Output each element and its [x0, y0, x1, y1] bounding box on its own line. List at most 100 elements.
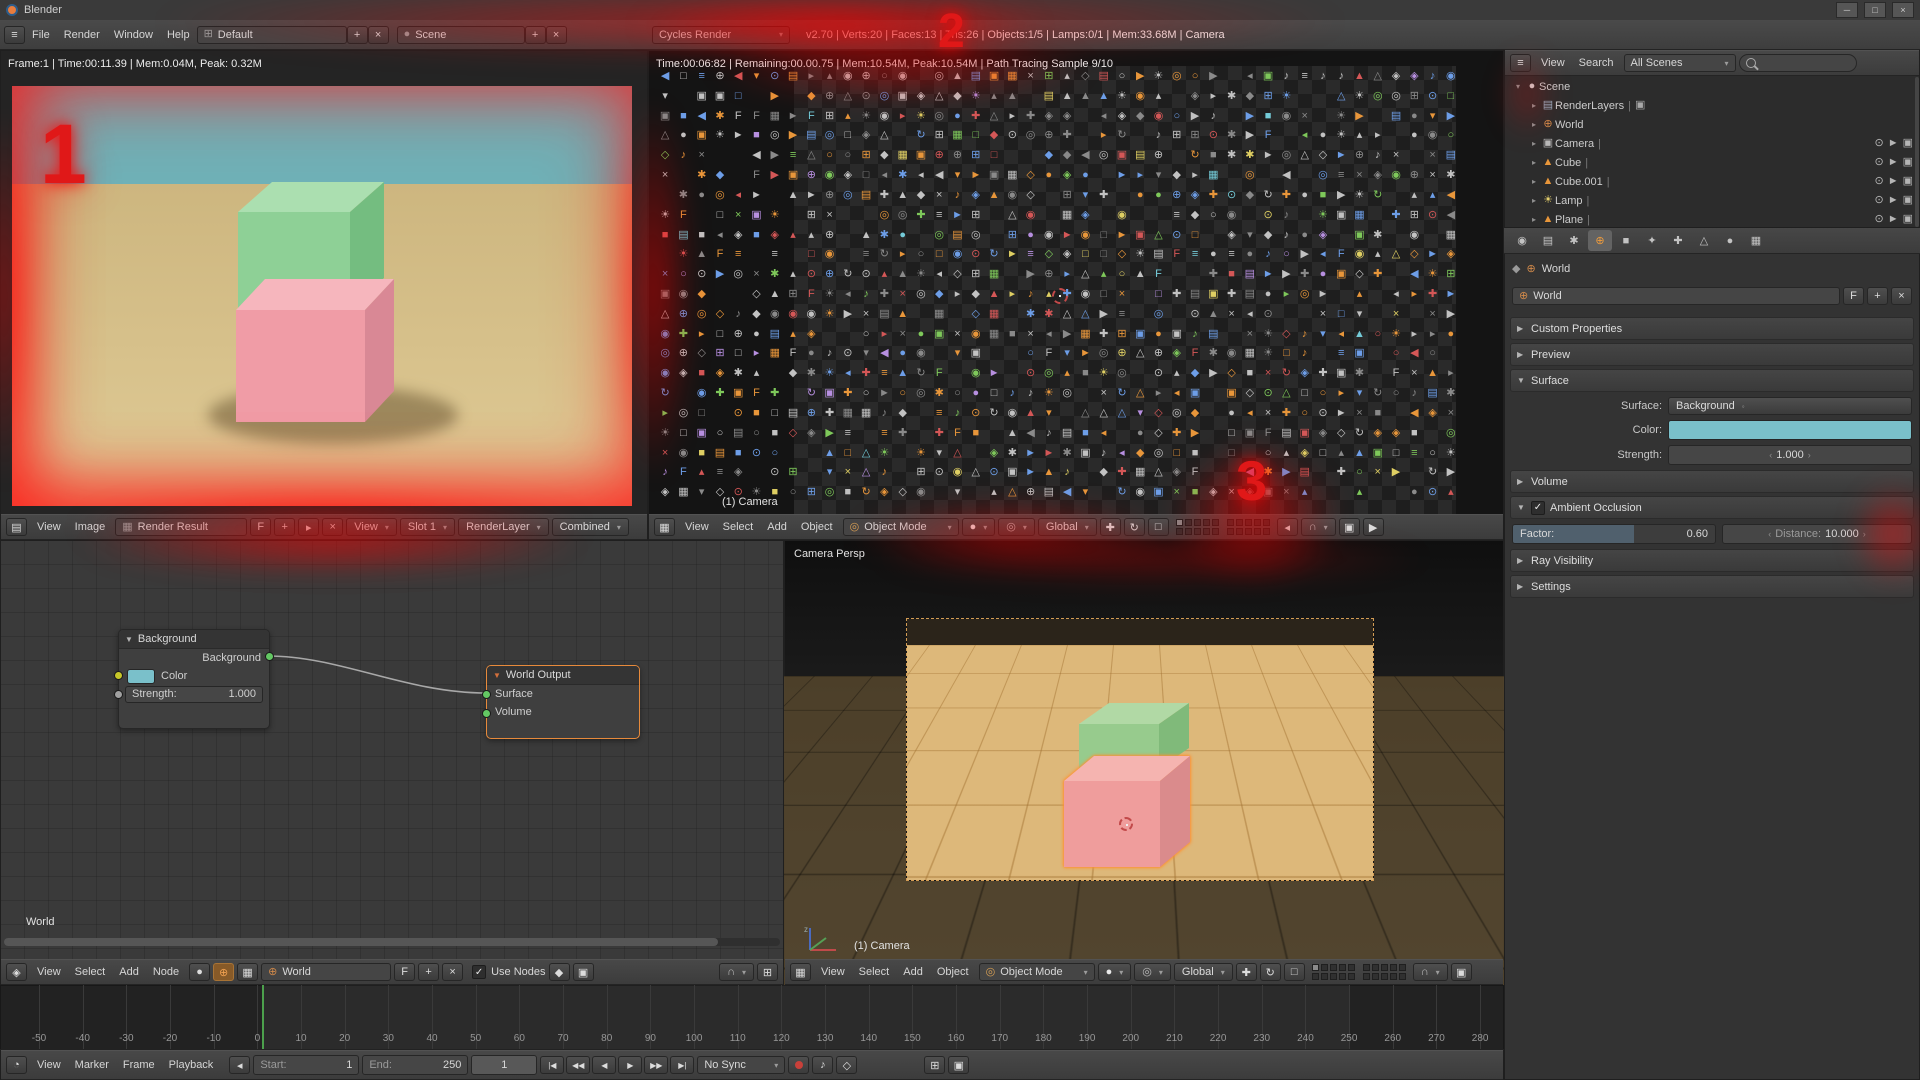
menu-frame[interactable]: Frame	[116, 1059, 162, 1071]
render-pass-dropdown[interactable]: Combined▾	[552, 518, 629, 536]
layer-dot[interactable]	[1330, 964, 1337, 971]
menu-window[interactable]: Window	[107, 29, 160, 41]
outliner-row-cube[interactable]: ▸▲Cube|⊙►▣	[1505, 153, 1919, 172]
layer-dot[interactable]	[1363, 973, 1370, 980]
layer-dot[interactable]	[1185, 528, 1192, 535]
expand-icon[interactable]: ▸	[1527, 101, 1541, 110]
menu-select[interactable]: Select	[852, 966, 897, 978]
layer-dot[interactable]	[1348, 973, 1355, 980]
panel-header-preview[interactable]: ▶Preview	[1510, 343, 1914, 366]
shader-nodes-toggle-icon[interactable]: ●	[189, 963, 210, 981]
strength-field[interactable]: Strength:1.000	[125, 686, 263, 703]
decrement-icon[interactable]: ‹	[1769, 450, 1772, 460]
pivot-point-dropdown[interactable]: ◎▾	[1134, 963, 1171, 981]
render-icon[interactable]: ▣	[1903, 157, 1913, 168]
outliner-row-scene[interactable]: ▾●Scene	[1505, 77, 1919, 96]
record-button[interactable]	[788, 1056, 809, 1074]
outliner-row-camera[interactable]: ▸▣Camera|⊙►▣	[1505, 134, 1919, 153]
expand-icon[interactable]: ▾	[1511, 82, 1525, 91]
layer-dot[interactable]	[1390, 973, 1397, 980]
layer-dot[interactable]	[1348, 964, 1355, 971]
sync-mode-dropdown[interactable]: No Sync▾	[697, 1056, 785, 1074]
close-button[interactable]: ×	[1892, 2, 1914, 18]
layer-dot[interactable]	[1399, 973, 1406, 980]
mode-dropdown[interactable]: ◎ Object Mode▾	[979, 963, 1095, 981]
editor-type-3dview-icon[interactable]: ▦	[790, 963, 811, 981]
window-icon[interactable]: ▣	[948, 1056, 969, 1074]
layer-dot[interactable]	[1176, 519, 1183, 526]
menu-add[interactable]: Add	[760, 521, 794, 533]
layer-dot[interactable]	[1185, 519, 1192, 526]
screen-jump-icon[interactable]: ⊞	[924, 1056, 945, 1074]
disclosure-triangle-icon[interactable]: ▶	[1517, 350, 1531, 359]
render-opengl-icon[interactable]: ▣	[1339, 518, 1360, 536]
layer-dot[interactable]	[1321, 973, 1328, 980]
viewport-shading-dropdown[interactable]: ●▾	[962, 518, 996, 536]
new-world-button[interactable]: +	[1867, 287, 1888, 305]
layer-dot[interactable]	[1339, 973, 1346, 980]
slot-dropdown[interactable]: Slot 1▾	[400, 518, 455, 536]
image-datablock[interactable]: ▦ Render Result	[115, 518, 247, 536]
disclosure-triangle-icon[interactable]: ▼	[1517, 503, 1531, 512]
viewport-shading-dropdown[interactable]: ●▾	[1098, 963, 1132, 981]
output-socket[interactable]	[265, 652, 274, 661]
layer-dot[interactable]	[1381, 973, 1388, 980]
expand-icon[interactable]: ▸	[1527, 196, 1541, 205]
maximize-button[interactable]: □	[1864, 2, 1886, 18]
unlink-world-button[interactable]: ×	[1891, 287, 1912, 305]
end-frame-field[interactable]: End:250	[362, 1055, 468, 1075]
timeline-ruler[interactable]: -50-40-30-20-100102030405060708090100110…	[0, 985, 1504, 1050]
new-image-button[interactable]: +	[274, 518, 295, 536]
factor--slider[interactable]: Factor:0.60	[1512, 524, 1716, 544]
world-datablock[interactable]: ⊕ World	[261, 963, 391, 981]
eye-icon[interactable]: ⊙	[1874, 138, 1883, 149]
render-tab[interactable]: ◉	[1510, 230, 1534, 251]
eye-icon[interactable]: ⊙	[1874, 176, 1883, 187]
outliner-scrollbar[interactable]	[1915, 77, 1919, 227]
menu-help[interactable]: Help	[160, 29, 197, 41]
menu-select[interactable]: Select	[716, 521, 761, 533]
jump-to-start-button[interactable]: |◀	[540, 1056, 564, 1074]
unlink-image-button[interactable]: ×	[322, 518, 343, 536]
audio-sync-icon[interactable]: ♪	[812, 1056, 833, 1074]
layer-dot[interactable]	[1203, 528, 1210, 535]
add-layout-button[interactable]: +	[347, 26, 368, 44]
menu-add[interactable]: Add	[896, 966, 930, 978]
ambient-occlusion-checkbox[interactable]: ✓	[1531, 501, 1545, 515]
use-nodes-checkbox[interactable]: ✓Use Nodes	[472, 965, 545, 979]
next-keyframe-button[interactable]: ▶▶	[644, 1056, 668, 1074]
delete-scene-button[interactable]: ×	[546, 26, 567, 44]
eye-icon[interactable]: ⊙	[1874, 157, 1883, 168]
manipulator-translate-icon[interactable]: ✚	[1236, 963, 1257, 981]
editor-type-info-icon[interactable]: ≡	[4, 26, 25, 44]
layer-dot[interactable]	[1321, 964, 1328, 971]
eye-icon[interactable]: ⊙	[1874, 195, 1883, 206]
menu-image[interactable]: Image	[68, 521, 113, 533]
orientation-dropdown[interactable]: Global▾	[1174, 963, 1233, 981]
outliner-row-world[interactable]: ▸⊕World	[1505, 115, 1919, 134]
editor-type-3dview-icon[interactable]: ▦	[654, 518, 675, 536]
manipulator-scale-icon[interactable]: □	[1148, 518, 1169, 536]
texture-nodes-toggle-icon[interactable]: ▦	[237, 963, 258, 981]
render-opengl-icon[interactable]: ▣	[1451, 963, 1472, 981]
world-output-node[interactable]: ▼ World Output Surface Volume	[486, 665, 640, 739]
scene-tab[interactable]: ✱	[1562, 230, 1586, 251]
cursor-icon[interactable]: ►	[1888, 157, 1899, 168]
expand-icon[interactable]: ▸	[1527, 120, 1541, 129]
cursor-icon[interactable]: ►	[1888, 176, 1899, 187]
panel-header-custom-properties[interactable]: ▶Custom Properties	[1510, 317, 1914, 340]
play-button[interactable]: ▶	[618, 1056, 642, 1074]
layer-dot[interactable]	[1263, 528, 1270, 535]
manipulator-rotate-icon[interactable]: ↻	[1124, 518, 1145, 536]
layer-dot[interactable]	[1381, 964, 1388, 971]
color--swatch[interactable]	[1668, 420, 1912, 440]
collapse-icon[interactable]: ▼	[125, 635, 133, 644]
modifiers-tab[interactable]: ✚	[1666, 230, 1690, 251]
layer-dot[interactable]	[1227, 528, 1234, 535]
constraints-tab[interactable]: ✦	[1640, 230, 1664, 251]
current-frame-indicator[interactable]	[262, 985, 264, 1049]
strength--field[interactable]: ‹1.000›	[1668, 445, 1912, 465]
lock-icon[interactable]: ◂	[1277, 518, 1298, 536]
prev-keyframe-button[interactable]: ◀◀	[566, 1056, 590, 1074]
mode-dropdown[interactable]: ◎ Object Mode▾	[843, 518, 959, 536]
